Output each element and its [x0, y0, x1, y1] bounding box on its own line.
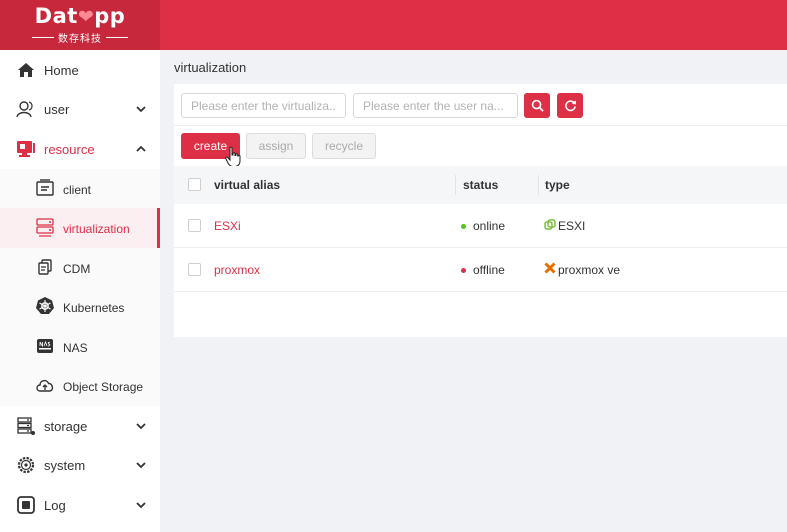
esxi-icon	[544, 219, 556, 230]
assign-button[interactable]: assign	[246, 133, 306, 159]
row-checkbox[interactable]	[188, 219, 201, 232]
sidebar-item-system[interactable]: system	[0, 445, 160, 485]
sidebar-item-virtualization[interactable]: virtualization	[0, 208, 160, 248]
sidebar-item-storage[interactable]: storage	[0, 406, 160, 446]
home-icon	[18, 63, 34, 77]
hand-cursor-icon	[225, 146, 241, 167]
logo-tagline: 数存科技	[32, 30, 128, 45]
logo[interactable]: Dat❤pp 数存科技	[0, 0, 160, 50]
column-separator	[538, 175, 539, 195]
sidebar-item-log[interactable]: Log	[0, 485, 160, 525]
chevron-down-icon	[136, 462, 146, 469]
nas-icon	[37, 339, 53, 353]
chevron-down-icon	[136, 106, 146, 113]
user-icon	[16, 101, 33, 118]
virtual-alias-link[interactable]: ESXi	[214, 219, 241, 233]
proxmox-icon	[544, 262, 556, 274]
sidebar-item-label: CDM	[63, 262, 91, 276]
logo-wordmark: Dat❤pp	[34, 4, 126, 28]
server-icon	[17, 417, 35, 435]
client-icon	[36, 179, 54, 196]
table-row: proxmox offline proxmox ve	[174, 248, 787, 292]
type-text: ESXI	[558, 219, 586, 233]
sidebar: Home user resource client virtualization…	[0, 50, 160, 532]
sidebar-item-resource[interactable]: resource	[0, 129, 160, 169]
chevron-down-icon	[136, 502, 146, 509]
column-header-type: type	[545, 178, 570, 192]
search-icon	[531, 99, 544, 112]
virtual-alias-search-input[interactable]	[181, 93, 346, 118]
cloud-icon	[36, 379, 54, 392]
sidebar-item-label: resource	[44, 142, 95, 157]
log-icon	[17, 496, 35, 514]
column-header-status: status	[463, 178, 499, 192]
status-online-dot	[461, 224, 466, 229]
sidebar-item-client[interactable]: client	[0, 169, 160, 209]
sidebar-item-label: virtualization	[63, 222, 130, 236]
virtual-alias-link[interactable]: proxmox	[214, 263, 260, 277]
sidebar-item-label: user	[44, 102, 70, 117]
settings-gear-icon	[17, 456, 35, 474]
user-search-input[interactable]	[353, 93, 518, 118]
recycle-button[interactable]: recycle	[312, 133, 376, 159]
table-header: virtual alias status type	[174, 166, 787, 204]
table-row: ESXi online ESXI	[174, 204, 787, 248]
column-header-virtual-alias: virtual alias	[214, 178, 281, 192]
column-separator	[455, 175, 456, 195]
page-title: virtualization	[174, 60, 247, 75]
status-offline-dot	[461, 268, 466, 273]
sidebar-item-object-storage[interactable]: Object Storage	[0, 366, 160, 406]
logo-heart-icon: ❤	[77, 6, 95, 28]
select-all-checkbox[interactable]	[188, 178, 201, 191]
monitor-icon	[17, 141, 35, 157]
refresh-button[interactable]	[557, 93, 583, 118]
refresh-icon	[564, 100, 576, 112]
kubernetes-icon	[36, 297, 54, 314]
sidebar-item-nas[interactable]: NAS	[0, 327, 160, 367]
sidebar-item-label: storage	[44, 419, 88, 434]
sidebar-item-label: system	[44, 458, 86, 473]
sidebar-item-label: Home	[44, 63, 79, 78]
sidebar-item-label: Log	[44, 498, 66, 513]
sidebar-item-home[interactable]: Home	[0, 50, 160, 90]
sidebar-item-cdm[interactable]: CDM	[0, 248, 160, 288]
virtualization-icon	[36, 218, 54, 237]
sidebar-item-label: Kubernetes	[63, 301, 125, 315]
sidebar-item-kubernetes[interactable]: Kubernetes	[0, 287, 160, 327]
chevron-down-icon	[136, 423, 146, 430]
resource-submenu: client virtualization CDM Kubernetes NAS…	[0, 169, 160, 406]
sidebar-item-label: Object Storage	[63, 380, 144, 394]
cdm-icon	[38, 259, 52, 275]
sidebar-item-label: client	[63, 183, 92, 197]
row-checkbox[interactable]	[188, 263, 201, 276]
type-text: proxmox ve	[558, 263, 621, 277]
chevron-up-icon	[136, 145, 146, 152]
search-button[interactable]	[524, 93, 550, 118]
toolbar-divider	[174, 125, 787, 126]
sidebar-item-label: NAS	[63, 341, 88, 355]
sidebar-item-user[interactable]: user	[0, 89, 160, 129]
status-text: offline	[473, 263, 505, 277]
status-text: online	[473, 219, 506, 233]
